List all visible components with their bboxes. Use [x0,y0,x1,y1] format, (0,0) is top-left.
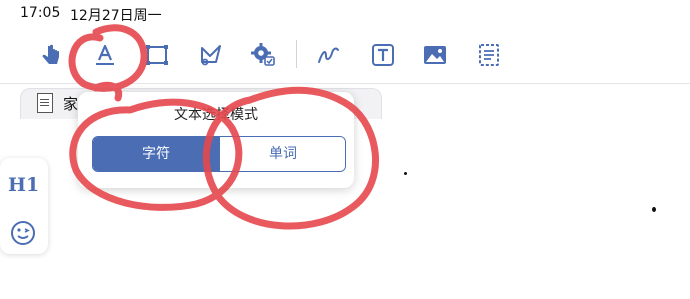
mode-segmented-control: 字符 单词 [92,136,346,172]
toolbar [0,28,690,84]
rectangle-select-icon[interactable] [142,40,172,70]
ink-dot [404,172,407,175]
lasso-icon[interactable] [196,40,226,70]
dashed-box-icon[interactable] [474,40,504,70]
heading-button[interactable]: H1 [8,174,44,198]
hand-pointer-icon[interactable] [36,40,66,70]
settings-icon[interactable] [248,40,278,70]
text-select-mode-popover: 文本选择模式 字符 单词 [78,92,354,188]
toolbar-divider [296,40,297,68]
status-bar: 17:05 12月27日周一 [0,0,690,28]
popover-title: 文本选择模式 [174,107,258,123]
text-box-icon[interactable] [368,40,398,70]
emoji-icon[interactable] [10,220,36,246]
ink-dot [652,207,656,212]
segment-word[interactable]: 单词 [219,137,345,171]
image-icon[interactable] [420,40,450,70]
status-date: 12月27日周一 [70,8,162,24]
segment-character[interactable]: 字符 [93,137,219,171]
pen-icon[interactable] [314,40,344,70]
status-time: 17:05 [20,5,61,21]
side-panel: H1 [0,158,48,254]
text-select-icon[interactable] [90,40,120,70]
document-icon [37,93,53,113]
